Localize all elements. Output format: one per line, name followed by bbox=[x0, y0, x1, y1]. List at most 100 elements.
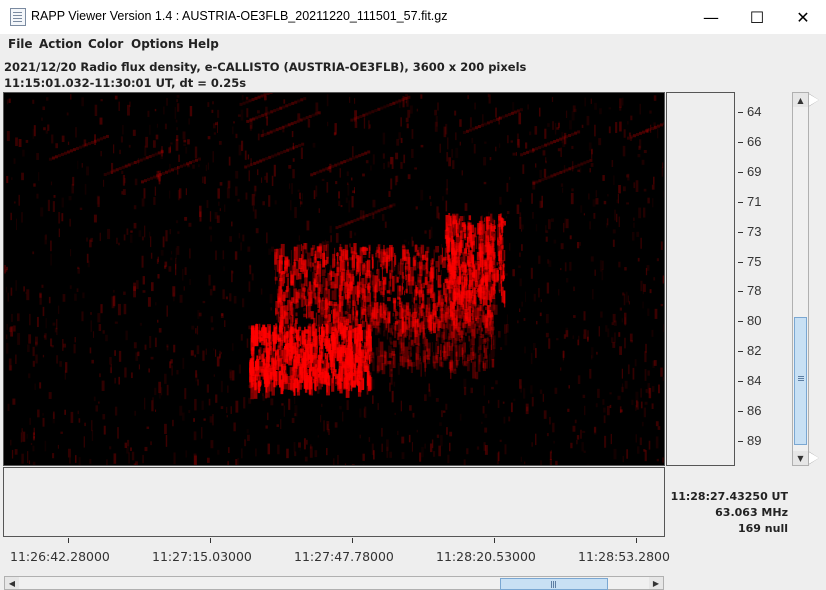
spectrogram-pixel bbox=[82, 292, 85, 299]
spectrogram-pixel bbox=[284, 260, 288, 269]
spectrogram-pixel bbox=[513, 398, 516, 402]
spectrogram-pixel bbox=[263, 93, 267, 97]
spectrogram-pixel bbox=[147, 297, 151, 307]
spectrogram-pixel bbox=[352, 372, 356, 377]
spectrogram-pixel bbox=[287, 382, 291, 390]
spectrogram-pixel bbox=[643, 407, 646, 418]
spectrogram-pixel bbox=[166, 384, 169, 396]
spectrogram-pixel bbox=[274, 200, 277, 205]
spectrogram-pixel bbox=[28, 373, 31, 379]
spectrogram-pixel bbox=[363, 329, 368, 339]
spectrogram-pixel bbox=[290, 200, 292, 211]
scroll-left-icon[interactable]: ◀ bbox=[5, 577, 19, 589]
spectrogram-pixel bbox=[25, 139, 29, 143]
spectrogram-pixel bbox=[134, 410, 137, 416]
menu-help[interactable]: Help bbox=[188, 37, 219, 51]
spectrogram-pixel bbox=[394, 325, 396, 339]
time-tick-mark bbox=[636, 538, 637, 543]
spectrogram-pixel bbox=[581, 124, 584, 128]
spectrogram-pixel bbox=[461, 170, 463, 176]
spectrogram-pixel bbox=[384, 221, 387, 228]
spectrogram-pixel bbox=[316, 367, 320, 373]
spectrogram-pixel bbox=[359, 216, 363, 220]
scroll-up-icon[interactable]: ▲ bbox=[793, 93, 808, 107]
cursor-time-readout: 11:28:27.43250 UT bbox=[670, 490, 788, 503]
horizontal-scrollbar[interactable]: ◀ ▶ bbox=[4, 576, 664, 590]
spectrogram-pixel bbox=[41, 117, 43, 121]
spectrogram-pixel bbox=[399, 341, 401, 354]
scroll-right-icon[interactable]: ▶ bbox=[649, 577, 663, 589]
spectrogram-pixel bbox=[463, 459, 466, 465]
spectrogram-pixel bbox=[539, 312, 542, 317]
spectrogram-pixel bbox=[574, 131, 578, 135]
close-button[interactable]: ✕ bbox=[780, 0, 826, 34]
spectrogram-pixel bbox=[350, 220, 354, 224]
spectrogram-pixel bbox=[170, 142, 173, 145]
spectrogram-pixel bbox=[318, 208, 320, 213]
menu-file[interactable]: File bbox=[8, 37, 33, 51]
spectrogram-pixel bbox=[68, 195, 72, 201]
menu-options[interactable]: Options bbox=[131, 37, 184, 51]
spectrogram-pixel bbox=[269, 130, 273, 134]
time-tick-label: 11:28:20.53000 bbox=[436, 549, 536, 564]
spectrogram-pixel bbox=[170, 168, 174, 172]
spectrogram-pixel bbox=[362, 345, 365, 358]
spectrogram-pixel bbox=[235, 133, 238, 139]
spectrogram-pixel bbox=[279, 328, 284, 341]
spectrogram-pixel bbox=[60, 431, 63, 434]
spectrogram-pixel bbox=[326, 348, 328, 353]
spectrogram-pixel bbox=[121, 191, 124, 195]
spectrogram-pixel bbox=[97, 313, 101, 323]
minimize-button[interactable]: — bbox=[688, 0, 734, 34]
spectrogram-pixel bbox=[549, 416, 551, 425]
lower-range-marker[interactable] bbox=[808, 451, 819, 465]
spectrogram-pixel bbox=[349, 96, 351, 103]
spectrogram-pixel bbox=[155, 174, 159, 178]
spectrogram-pixel bbox=[649, 110, 652, 114]
spectrogram-pixel bbox=[479, 325, 483, 335]
spectrogram-pixel bbox=[438, 212, 440, 220]
spectrogram-pixel bbox=[456, 233, 459, 238]
spectrogram-pixel bbox=[129, 101, 131, 107]
spectrogram-pixel bbox=[263, 335, 267, 346]
spectrogram-pixel bbox=[583, 213, 586, 216]
spectrogram-pixel bbox=[66, 112, 69, 116]
spectrogram-pixel bbox=[169, 163, 171, 170]
spectrogram-pixel bbox=[208, 398, 211, 406]
spectrogram-pixel bbox=[176, 103, 180, 112]
spectrogram-pixel bbox=[251, 98, 255, 102]
spectrogram-pixel bbox=[627, 364, 630, 375]
spectrogram-pixel bbox=[503, 250, 506, 262]
spectrogram-pixel bbox=[545, 332, 549, 338]
spectrogram-pixel bbox=[140, 180, 144, 184]
spectrogram-pixel bbox=[445, 277, 449, 287]
spectrogram-pixel bbox=[185, 450, 188, 458]
spectrogram-pixel bbox=[504, 324, 507, 334]
spectrogram-pixel bbox=[656, 458, 659, 462]
spectrogram-pixel bbox=[644, 401, 648, 405]
menu-color[interactable]: Color bbox=[88, 37, 123, 51]
spectrogram-pixel bbox=[480, 421, 483, 425]
vertical-scrollbar[interactable]: ▲ ▼ bbox=[792, 92, 809, 466]
spectrogram-pixel bbox=[589, 158, 593, 162]
vertical-scroll-thumb[interactable] bbox=[794, 317, 807, 445]
spectrogram-pixel bbox=[287, 343, 291, 352]
spectrogram-pixel bbox=[32, 360, 35, 367]
spectrogram-pixel bbox=[581, 442, 584, 452]
scroll-down-icon[interactable]: ▼ bbox=[793, 451, 808, 465]
spectrogram-pixel bbox=[349, 157, 353, 161]
spectrogram-pixel bbox=[33, 436, 35, 439]
menu-action[interactable]: Action bbox=[39, 37, 82, 51]
maximize-button[interactable]: ☐ bbox=[734, 0, 780, 34]
spectrogram-pixel bbox=[464, 342, 466, 353]
spectrogram-pixel bbox=[182, 412, 185, 421]
spectrogram-pixel bbox=[398, 285, 401, 292]
horizontal-scroll-thumb[interactable] bbox=[500, 578, 608, 590]
spectrogram-pixel bbox=[62, 339, 64, 351]
spectrogram-pixel bbox=[532, 211, 534, 219]
upper-range-marker[interactable] bbox=[808, 93, 819, 107]
spectrogram-pixel bbox=[183, 143, 186, 147]
spectrogram-pixel bbox=[436, 434, 440, 438]
spectrogram-pixel bbox=[45, 318, 47, 329]
spectrogram-plot[interactable] bbox=[3, 92, 665, 466]
